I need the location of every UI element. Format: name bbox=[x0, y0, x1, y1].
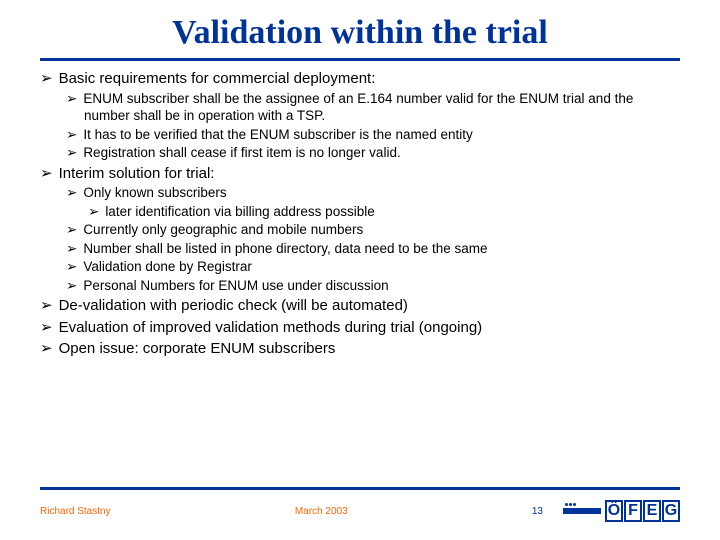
bullet-text: Validation done by Registrar bbox=[83, 259, 252, 274]
bullet-l1: ➢ Basic requirements for commercial deplo… bbox=[40, 69, 680, 89]
bullet-l2: ➢ It has to be verified that the ENUM sub… bbox=[40, 126, 680, 144]
bullet-l2: ➢ Registration shall cease if first item … bbox=[40, 144, 680, 162]
bullet-icon: ➢ bbox=[66, 91, 77, 106]
bullet-text: De-validation with periodic check (will … bbox=[59, 297, 408, 314]
bullet-icon: ➢ bbox=[66, 145, 77, 160]
slide: Validation within the trial ➢ Basic requi… bbox=[0, 0, 720, 540]
bullet-l1: ➢ Evaluation of improved validation metho… bbox=[40, 318, 680, 338]
bullet-icon: ➢ bbox=[66, 127, 77, 142]
bullet-text: Registration shall cease if first item i… bbox=[83, 145, 400, 160]
bullet-l1: ➢ Open issue: corporate ENUM subscribers bbox=[40, 339, 680, 359]
bullet-text: It has to be verified that the ENUM subs… bbox=[83, 127, 472, 142]
bullet-text: Only known subscribers bbox=[83, 185, 226, 200]
bullet-icon: ➢ bbox=[88, 204, 99, 219]
footer-author: Richard Stastny bbox=[40, 506, 111, 517]
bullet-l2: ➢ Number shall be listed in phone directo… bbox=[40, 240, 680, 258]
bullet-text: later identification via billing address… bbox=[105, 204, 374, 219]
bullet-l2: ➢ Currently only geographic and mobile nu… bbox=[40, 221, 680, 239]
bullet-text: Personal Numbers for ENUM use under disc… bbox=[83, 278, 388, 293]
footer: Richard Stastny March 2003 13 ÖFEG bbox=[40, 487, 680, 522]
bullet-text: Currently only geographic and mobile num… bbox=[83, 222, 363, 237]
bullet-icon: ➢ bbox=[66, 259, 77, 274]
bullet-l1: ➢ De-validation with periodic check (will… bbox=[40, 296, 680, 316]
bullet-icon: ➢ bbox=[40, 70, 53, 87]
slide-title: Validation within the trial bbox=[40, 14, 680, 52]
footer-rule bbox=[40, 487, 680, 490]
bullet-text: Number shall be listed in phone director… bbox=[83, 241, 487, 256]
bullet-l1: ➢ Interim solution for trial: bbox=[40, 164, 680, 184]
bullet-text: Evaluation of improved validation method… bbox=[59, 319, 483, 336]
bullet-text: Open issue: corporate ENUM subscribers bbox=[59, 340, 336, 357]
footer-line: Richard Stastny March 2003 13 ÖFEG bbox=[40, 500, 680, 522]
footer-right: 13 ÖFEG bbox=[532, 500, 680, 522]
bullet-icon: ➢ bbox=[66, 222, 77, 237]
bullet-icon: ➢ bbox=[40, 297, 53, 314]
bullet-icon: ➢ bbox=[40, 165, 53, 182]
bullet-icon: ➢ bbox=[66, 278, 77, 293]
ofeg-logo-icon: ÖFEG bbox=[563, 500, 680, 522]
footer-date: March 2003 bbox=[295, 506, 348, 517]
bullet-icon: ➢ bbox=[40, 319, 53, 336]
title-underline bbox=[40, 58, 680, 61]
bullet-l2: ➢ ENUM subscriber shall be the assignee o… bbox=[40, 90, 680, 125]
bullet-l2: ➢ Validation done by Registrar bbox=[40, 258, 680, 276]
bullet-l3: ➢ later identification via billing addres… bbox=[40, 203, 680, 221]
bullet-text: ENUM subscriber shall be the assignee of… bbox=[83, 91, 633, 124]
page-number: 13 bbox=[532, 506, 543, 517]
content-body: ➢ Basic requirements for commercial deplo… bbox=[40, 69, 680, 359]
bullet-icon: ➢ bbox=[40, 340, 53, 357]
bullet-l2: ➢ Only known subscribers bbox=[40, 184, 680, 202]
bullet-icon: ➢ bbox=[66, 185, 77, 200]
bullet-text: Interim solution for trial: bbox=[59, 165, 215, 182]
bullet-icon: ➢ bbox=[66, 241, 77, 256]
bullet-text: Basic requirements for commercial deploy… bbox=[59, 70, 376, 87]
bullet-l2: ➢ Personal Numbers for ENUM use under dis… bbox=[40, 277, 680, 295]
